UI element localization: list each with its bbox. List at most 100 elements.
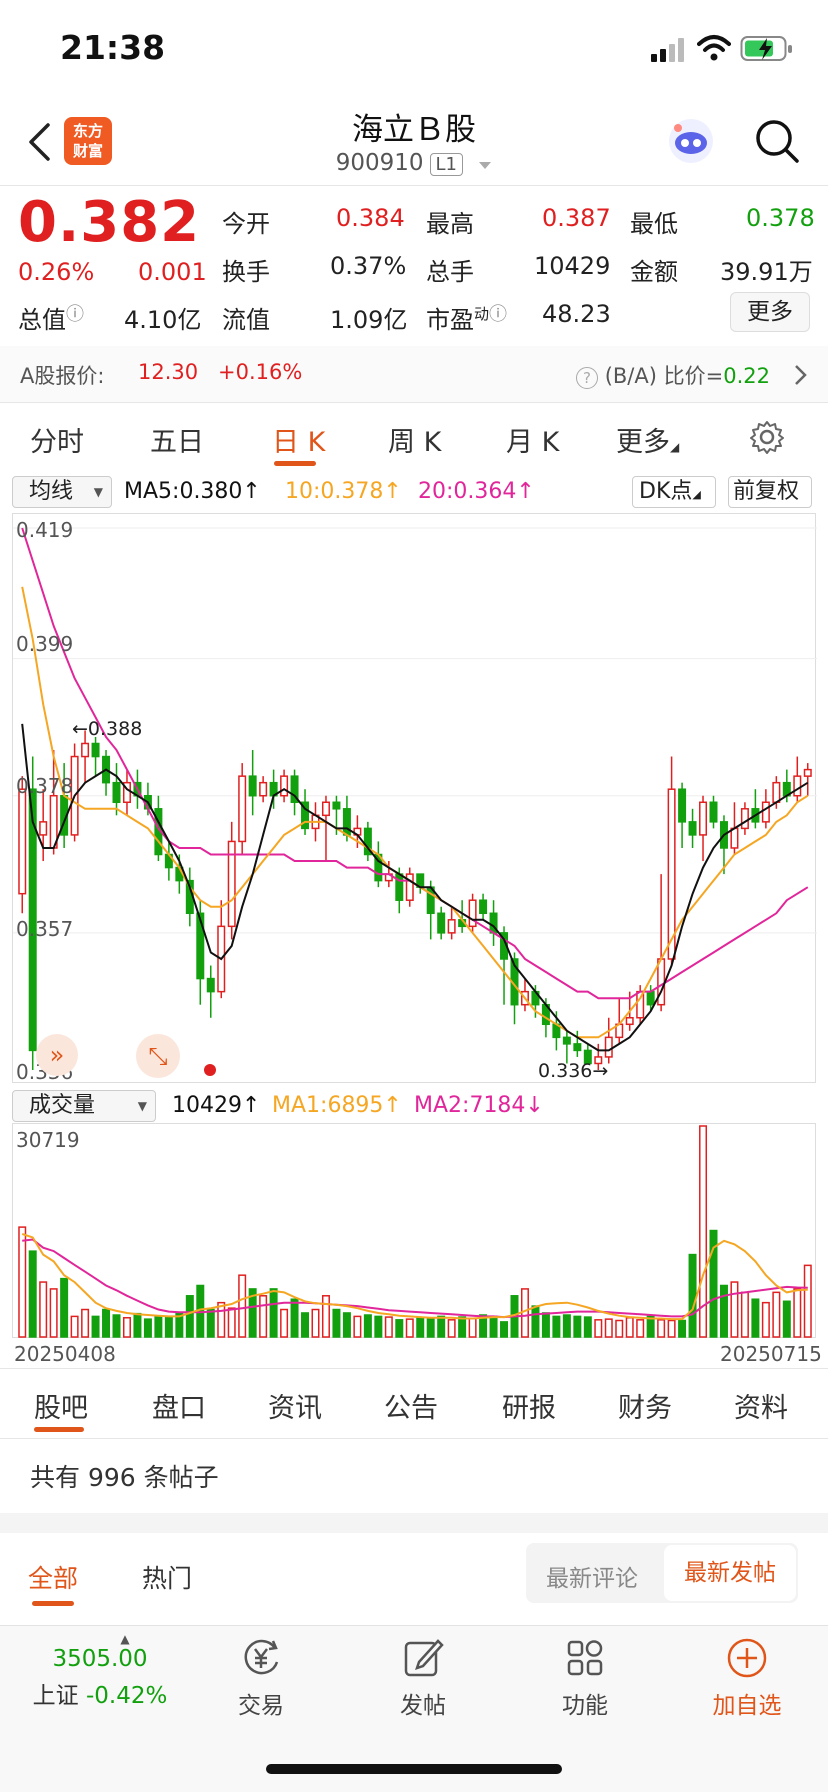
nav-function-label: 功能 — [562, 1693, 608, 1719]
candle-body — [625, 1017, 634, 1026]
volume-bar — [604, 1318, 613, 1338]
candle-body — [206, 977, 215, 993]
change-amount: 0.001 — [138, 258, 207, 286]
nav-post[interactable]: 发帖 — [368, 1636, 478, 1720]
open-value: 0.384 — [336, 204, 405, 232]
pe-label: 市盈动ⓘ — [426, 304, 508, 334]
tab-profile[interactable]: 资料 — [734, 1386, 788, 1425]
filter-hot[interactable]: 热门 — [142, 1559, 192, 1595]
candle-body — [259, 781, 268, 797]
nav-add-watchlist[interactable]: 加自选 — [692, 1636, 802, 1720]
robot-assistant-icon[interactable] — [666, 116, 716, 166]
volume-bar — [636, 1319, 645, 1338]
price-axis-label-2: 0.378 — [16, 774, 74, 798]
kline-chart[interactable] — [12, 513, 817, 1083]
tab-announcements[interactable]: 公告 — [384, 1386, 438, 1425]
volume-bar — [416, 1317, 425, 1338]
volume-bar — [342, 1312, 351, 1338]
volume-bar — [238, 1274, 247, 1338]
volume-select[interactable]: 成交量 ▼ — [12, 1090, 156, 1122]
volume-chart[interactable] — [12, 1123, 816, 1338]
trade-yuan-icon — [244, 1639, 279, 1675]
volume-bar — [143, 1318, 152, 1338]
candle-body — [562, 1036, 571, 1045]
adjust-button[interactable]: 前复权 — [728, 476, 812, 508]
candle-body — [39, 821, 48, 836]
volume-legend: 10429↑ — [172, 1093, 261, 1118]
index-name: 上证 — [32, 1683, 79, 1709]
candle-body — [112, 781, 121, 804]
turnover-value: 0.37% — [330, 252, 407, 280]
index-value: 3505.00 — [52, 1646, 148, 1672]
volume-bar — [761, 1301, 770, 1338]
sort-latest-comment[interactable]: 最新评论 — [546, 1559, 638, 1593]
turnover-label: 换手 — [222, 258, 270, 286]
filter-all[interactable]: 全部 — [28, 1559, 78, 1595]
change-percent: 0.26% — [18, 258, 95, 286]
search-icon[interactable] — [754, 118, 800, 164]
volume-bar — [60, 1277, 69, 1338]
nav-function[interactable]: 功能 — [530, 1636, 640, 1720]
candle-body — [332, 801, 341, 810]
volume-bar — [730, 1281, 739, 1338]
vol-ma2-legend: MA2:7184↓ — [414, 1093, 544, 1118]
tab-news[interactable]: 资讯 — [268, 1386, 322, 1425]
tab-finance[interactable]: 财务 — [618, 1386, 672, 1425]
volume-bar — [541, 1312, 550, 1338]
candle-body — [248, 775, 257, 797]
posts-count: 共有 996 条帖子 — [30, 1463, 219, 1492]
volume-bar — [395, 1319, 404, 1338]
dk-point-button[interactable]: DK点◢ — [632, 476, 716, 508]
volume-bar — [311, 1308, 320, 1338]
tab-monthly-k[interactable]: 月 K — [506, 420, 559, 459]
tab-daily-k[interactable]: 日 K — [272, 420, 325, 459]
add-circle-icon — [727, 1638, 767, 1678]
candle-body — [730, 827, 739, 849]
tab-research[interactable]: 研报 — [502, 1386, 556, 1425]
sort-latest-post[interactable]: 最新发帖 — [664, 1545, 796, 1601]
level-badge: L1 — [429, 153, 463, 176]
volume-bar — [102, 1308, 111, 1338]
volume-bar — [269, 1288, 278, 1338]
market-cap-label: 总值ⓘ — [18, 304, 84, 334]
volume-bar — [405, 1318, 414, 1338]
fullscreen-icon[interactable]: ⤡ — [136, 1034, 180, 1078]
section-gap — [0, 1513, 828, 1533]
low-value: 0.378 — [746, 204, 815, 232]
volume-bar — [500, 1321, 509, 1338]
candle-body — [321, 801, 330, 817]
tab-timeshare[interactable]: 分时 — [30, 420, 84, 459]
compose-icon — [404, 1639, 444, 1677]
candle-body — [761, 801, 770, 823]
candle-body — [646, 990, 655, 1006]
nav-add-watchlist-label: 加自选 — [712, 1693, 782, 1719]
volume-bar — [625, 1317, 634, 1338]
event-dot[interactable] — [204, 1064, 216, 1076]
ma-select[interactable]: 均线 ▼ — [12, 476, 112, 508]
volume-bar — [353, 1315, 362, 1338]
triangle-up-icon: ▲ — [120, 1632, 130, 1646]
candle-body — [468, 899, 477, 928]
chart-settings-gear-icon[interactable] — [750, 420, 784, 454]
start-date: 20250408 — [14, 1342, 116, 1366]
tab-more[interactable]: 更多◢ — [616, 420, 679, 459]
nav-trade[interactable]: 交易 — [206, 1636, 316, 1720]
candle-body — [803, 768, 812, 777]
ashare-quote-row[interactable]: A股报价: 12.30 +0.16% ? (B/A) 比价=0.22 — [0, 346, 828, 402]
expand-panel-icon[interactable]: » — [36, 1034, 78, 1076]
active-tab-indicator — [274, 461, 316, 466]
tab-guba[interactable]: 股吧 — [34, 1386, 88, 1425]
tab-weekly-k[interactable]: 周 K — [388, 420, 441, 459]
ma-select-label: 均线 — [29, 479, 74, 504]
tab-orderbook[interactable]: 盘口 — [152, 1386, 206, 1425]
volume-bar — [447, 1319, 456, 1338]
volume-bar — [531, 1305, 540, 1338]
volume-bar — [227, 1307, 236, 1338]
info-circle-icon: ⓘ — [66, 304, 84, 325]
index-widget[interactable]: ▲ 3505.00 上证 -0.42% — [20, 1632, 180, 1710]
status-bar: 21:38 — [0, 0, 828, 100]
candle-body — [18, 788, 27, 895]
more-button[interactable]: 更多 — [730, 292, 810, 332]
tab-five-day[interactable]: 五日 — [150, 420, 204, 459]
post-filter-row: 全部 热门 最新评论 最新发帖 — [0, 1533, 828, 1623]
